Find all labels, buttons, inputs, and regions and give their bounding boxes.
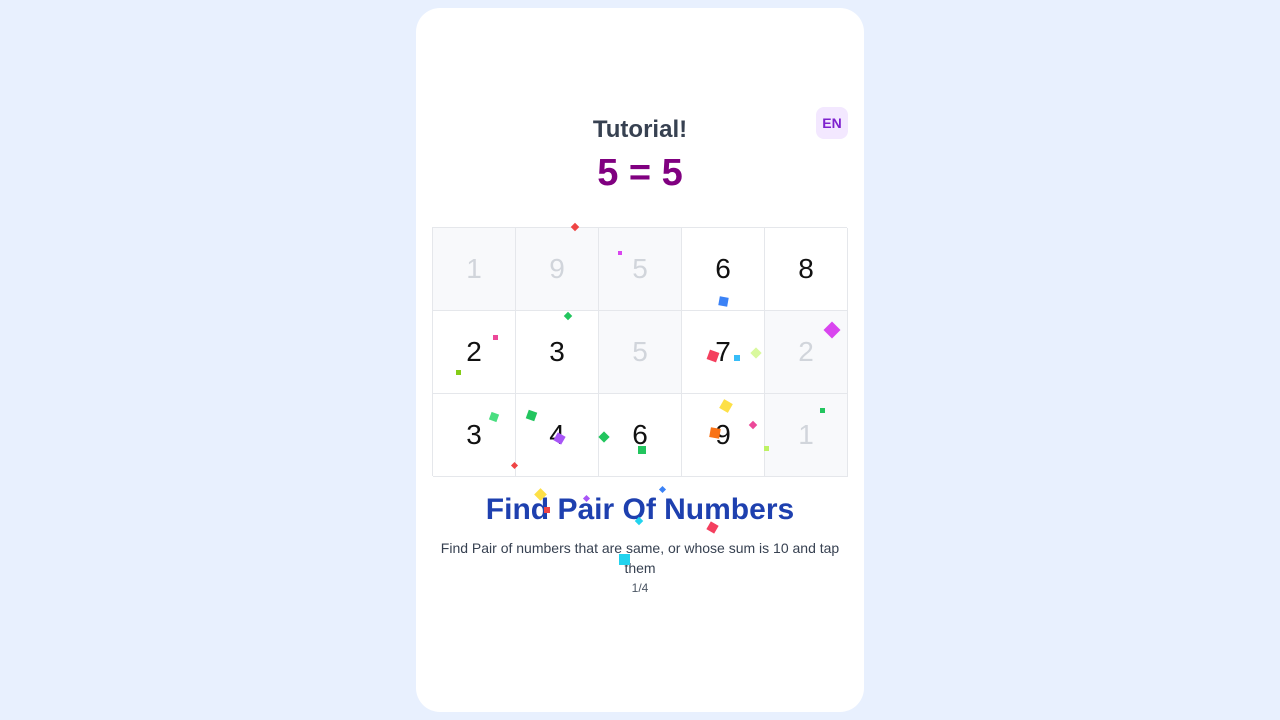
grid-cell[interactable]: 5 [599, 311, 682, 394]
page-indicator: 1/4 [631, 581, 649, 595]
tutorial-heading: Find Pair Of Numbers [485, 493, 795, 526]
grid-cell[interactable]: 4 [516, 394, 599, 477]
grid-cell[interactable]: 6 [599, 394, 682, 477]
page-title: Tutorial! [592, 116, 688, 143]
grid-cell[interactable]: 3 [516, 311, 599, 394]
grid-cell[interactable]: 2 [433, 311, 516, 394]
grid-cell[interactable]: 2 [765, 311, 848, 394]
grid-cell[interactable]: 5 [599, 228, 682, 311]
grid-cell[interactable]: 8 [765, 228, 848, 311]
grid-cell[interactable]: 1 [765, 394, 848, 477]
grid-cell[interactable]: 1 [433, 228, 516, 311]
grid-cell[interactable]: 6 [682, 228, 765, 311]
tutorial-description: Find Pair of numbers that are same, or w… [440, 540, 840, 576]
grid-cell[interactable]: 3 [433, 394, 516, 477]
grid-cell[interactable]: 9 [682, 394, 765, 477]
grid-cell[interactable]: 7 [682, 311, 765, 394]
match-equation: 5 = 5 [597, 152, 683, 194]
number-grid: 1 9 5 6 8 2 3 5 7 2 3 4 6 9 1 [432, 227, 848, 477]
language-button[interactable]: EN [816, 107, 848, 139]
tutorial-card: Tutorial! EN 5 = 5 1 9 5 6 8 2 3 5 7 2 3… [416, 8, 864, 712]
confetti-piece [658, 485, 667, 494]
grid-cell[interactable]: 9 [516, 228, 599, 311]
